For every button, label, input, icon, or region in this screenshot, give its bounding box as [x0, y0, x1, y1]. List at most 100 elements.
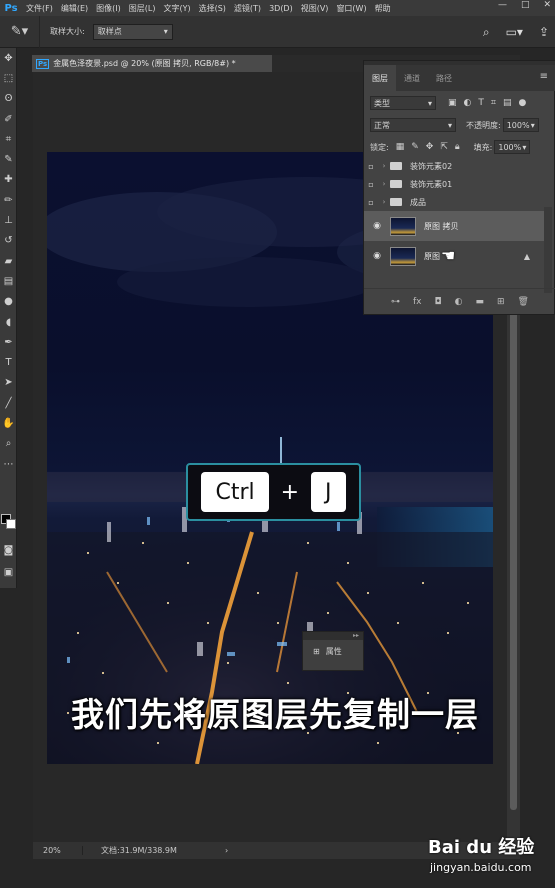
- menu-image[interactable]: 图像(I): [92, 3, 125, 14]
- quick-mask-icon[interactable]: ◙: [0, 540, 17, 560]
- lock-transparent-icon[interactable]: ▦: [396, 142, 405, 152]
- path-select-tool-icon[interactable]: ➤: [0, 373, 17, 393]
- workspace-icon[interactable]: ▭▾: [506, 25, 523, 39]
- menu-filter[interactable]: 滤镜(T): [230, 3, 265, 14]
- baidu-logo: Bai du 经验: [428, 837, 535, 858]
- eyedropper-tool-icon[interactable]: ✎: [0, 149, 17, 169]
- tab-channels[interactable]: 通道: [396, 65, 428, 91]
- menu-help[interactable]: 帮助: [371, 3, 395, 14]
- j-key: J: [311, 472, 346, 512]
- layer-row-selected[interactable]: ◉ 原图 拷贝: [364, 211, 544, 241]
- type-tool-icon[interactable]: T: [0, 352, 17, 372]
- properties-grip[interactable]: ▸▸: [303, 632, 363, 640]
- layer-group-name: 装饰元素02: [410, 161, 453, 171]
- background-color-swatch[interactable]: [6, 519, 16, 529]
- fx-icon[interactable]: fx: [413, 297, 422, 307]
- type-filter-icon[interactable]: T: [478, 98, 484, 108]
- close-button[interactable]: ✕: [543, 0, 551, 10]
- move-tool-icon[interactable]: ✥: [0, 48, 17, 68]
- chevron-right-icon[interactable]: ›: [378, 162, 390, 170]
- menu-window[interactable]: 窗口(W): [332, 3, 370, 14]
- menu-view[interactable]: 视图(V): [297, 3, 333, 14]
- filter-toggle-icon[interactable]: ●: [518, 98, 526, 108]
- lock-artboard-icon[interactable]: ⇱: [440, 142, 448, 152]
- stamp-tool-icon[interactable]: ⊥: [0, 210, 17, 230]
- menu-select[interactable]: 选择(S): [195, 3, 230, 14]
- maximize-button[interactable]: □: [521, 0, 530, 10]
- dodge-tool-icon[interactable]: ◖: [0, 312, 17, 332]
- line-tool-icon[interactable]: ╱: [0, 393, 17, 413]
- panel-tabs: 图层 通道 路径: [364, 65, 555, 91]
- marquee-tool-icon[interactable]: ⬚: [0, 68, 17, 88]
- quick-select-tool-icon[interactable]: ✐: [0, 109, 17, 129]
- layer-group[interactable]: ▫ › 成品: [364, 193, 544, 211]
- properties-panel[interactable]: ▸▸ ⊞ 属性: [302, 631, 364, 671]
- screen-mode-icon[interactable]: ▣: [0, 562, 17, 582]
- minimize-button[interactable]: —: [498, 0, 507, 10]
- link-layers-icon[interactable]: ⊶: [391, 297, 400, 307]
- tab-layers[interactable]: 图层: [364, 65, 396, 91]
- panel-menu-icon[interactable]: ≡: [540, 71, 548, 82]
- document-tab[interactable]: Ps 金属色泽夜景.psd @ 20% (原图 拷贝, RGB/8#) *: [32, 55, 272, 72]
- eye-icon[interactable]: ◉: [364, 221, 390, 231]
- pen-tool-icon[interactable]: ✒: [0, 332, 17, 352]
- layer-thumbnail: [390, 246, 416, 266]
- brush-tool-icon[interactable]: ✏: [0, 190, 17, 210]
- lock-position-icon[interactable]: ✥: [426, 142, 434, 152]
- chevron-right-icon[interactable]: ›: [378, 198, 390, 206]
- trash-icon[interactable]: 🗑︎: [518, 297, 529, 307]
- menu-type[interactable]: 文字(Y): [159, 3, 194, 14]
- tab-paths[interactable]: 路径: [428, 65, 460, 91]
- lasso-tool-icon[interactable]: ʘ: [0, 89, 17, 109]
- eraser-tool-icon[interactable]: ▰: [0, 251, 17, 271]
- visibility-off-icon[interactable]: ▫: [364, 198, 378, 207]
- hand-tool-icon[interactable]: ✋: [0, 413, 17, 433]
- gradient-tool-icon[interactable]: ▤: [0, 271, 17, 291]
- menu-layer[interactable]: 图层(L): [125, 3, 160, 14]
- history-brush-tool-icon[interactable]: ↺: [0, 231, 17, 251]
- add-mask-icon[interactable]: ◘: [435, 297, 442, 307]
- blend-mode-select[interactable]: 正常 ▾: [370, 118, 456, 132]
- chevron-right-icon[interactable]: ›: [378, 180, 390, 188]
- window-controls: — □ ✕: [498, 0, 551, 10]
- lock-image-icon[interactable]: ✎: [411, 142, 419, 152]
- search-icon[interactable]: ⌕: [483, 25, 490, 40]
- more-tools-icon[interactable]: ⋯: [0, 454, 17, 474]
- filter-kind-select[interactable]: 类型 ▾: [370, 96, 436, 110]
- adjustment-filter-icon[interactable]: ◐: [464, 98, 472, 108]
- layer-group[interactable]: ▫ › 装饰元素01: [364, 175, 544, 193]
- filter-kind-value: 类型: [374, 98, 390, 108]
- lock-all-icon[interactable]: 🔒︎: [455, 142, 460, 152]
- pixel-filter-icon[interactable]: ▣: [448, 98, 457, 108]
- adjustment-layer-icon[interactable]: ◐: [455, 297, 463, 307]
- blur-tool-icon[interactable]: ●: [0, 292, 17, 312]
- zoom-tool-icon[interactable]: ⌕: [0, 434, 17, 454]
- crop-tool-icon[interactable]: ⌗: [0, 129, 17, 149]
- lock-row: 锁定: ▦ ✎ ✥ ⇱ 🔒︎ 填充: 100% ▾: [364, 136, 555, 158]
- fill-input[interactable]: 100% ▾: [494, 140, 531, 154]
- eyedropper-icon[interactable]: ✎▾: [0, 15, 40, 48]
- new-group-icon[interactable]: ▬: [475, 297, 484, 307]
- opacity-input[interactable]: 100% ▾: [502, 118, 539, 132]
- chevron-down-icon: ▾: [522, 142, 527, 152]
- eye-icon[interactable]: ◉: [364, 251, 390, 261]
- menu-3d[interactable]: 3D(D): [265, 4, 297, 13]
- menu-edit[interactable]: 编辑(E): [57, 3, 92, 14]
- smart-object-filter-icon[interactable]: ▤: [503, 98, 512, 108]
- menu-bar: Ps 文件(F) 编辑(E) 图像(I) 图层(L) 文字(Y) 选择(S) 滤…: [0, 0, 555, 16]
- menu-file[interactable]: 文件(F): [22, 3, 57, 14]
- shape-filter-icon[interactable]: ⌗: [491, 98, 496, 108]
- new-layer-icon[interactable]: ⊞: [497, 297, 505, 307]
- zoom-level[interactable]: 20%: [33, 846, 83, 855]
- fill-label: 填充:: [473, 142, 493, 152]
- layers-scrollbar[interactable]: [544, 207, 552, 293]
- visibility-off-icon[interactable]: ▫: [364, 180, 378, 189]
- layer-group[interactable]: ▫ › 装饰元素02: [364, 157, 544, 175]
- layer-filter-row: 类型 ▾ ▣ ◐ T ⌗ ▤ ●: [364, 92, 555, 114]
- sample-size-select[interactable]: 取样点 ▾: [92, 23, 173, 40]
- healing-tool-icon[interactable]: ✚: [0, 170, 17, 190]
- share-icon[interactable]: ⇪: [539, 25, 549, 39]
- status-menu-arrow[interactable]: ›: [223, 846, 228, 855]
- opacity-label: 不透明度:: [466, 120, 501, 130]
- visibility-off-icon[interactable]: ▫: [364, 162, 378, 171]
